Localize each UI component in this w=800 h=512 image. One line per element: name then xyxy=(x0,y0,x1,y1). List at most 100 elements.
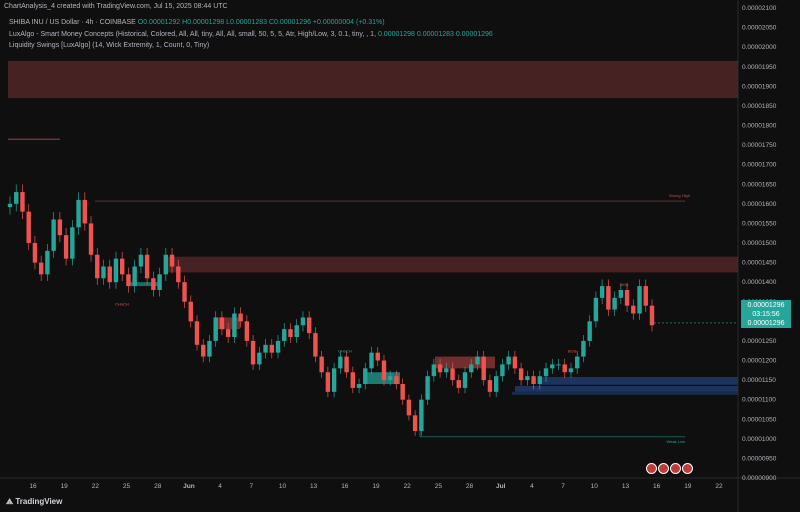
x-tick-label: Jul xyxy=(496,483,506,490)
smc-values: 0.00001298 0.00001283 0.00001296 xyxy=(377,31,493,38)
candle-body xyxy=(275,340,281,353)
choch-label: CHoCH xyxy=(115,302,129,307)
x-tick-label: 4 xyxy=(218,483,222,490)
x-tick-label: Jun xyxy=(183,483,195,490)
candle-body xyxy=(437,364,443,373)
smc-indicator-label: LuxAlgo - Smart Money Concepts (Historic… xyxy=(9,31,377,38)
candle-body xyxy=(213,317,218,341)
y-tick-label: 0.00001000 xyxy=(742,436,777,443)
candle-body xyxy=(531,376,536,384)
candle-body xyxy=(176,266,181,283)
candle-body xyxy=(313,333,318,357)
candle-body xyxy=(219,317,225,330)
event-flags[interactable] xyxy=(646,461,694,479)
y-tick-label: 0.00001500 xyxy=(742,240,777,247)
candle-body xyxy=(481,356,486,381)
y-tick-label: 0.00001400 xyxy=(742,279,777,286)
candle-body xyxy=(419,399,424,431)
candle-body xyxy=(388,376,393,381)
y-tick-label: 0.00002050 xyxy=(742,25,777,32)
x-tick-label: 28 xyxy=(154,483,162,490)
candle-body xyxy=(169,254,175,267)
candle-body xyxy=(201,344,206,357)
chart-canvas[interactable]: 0.00002100 0.00002050 0.00002000 0.00001950… xyxy=(0,0,800,512)
x-tick-label: 22 xyxy=(715,483,723,490)
x-tick-label: 16 xyxy=(29,483,37,490)
smc-legend[interactable]: LuxAlgo - Smart Money Concepts (Historic… xyxy=(9,31,493,38)
x-tick-label: 19 xyxy=(61,483,69,490)
y-tick-label: 0.00001250 xyxy=(742,338,777,345)
candle-body xyxy=(126,274,131,287)
candle-body xyxy=(599,286,605,298)
candle-body xyxy=(500,364,505,377)
us-flag-icon[interactable] xyxy=(682,463,693,474)
y-tick-label: 0.00001150 xyxy=(742,377,776,384)
candle-body xyxy=(14,192,19,204)
us-flag-icon[interactable] xyxy=(646,463,657,474)
candle-body xyxy=(76,199,81,228)
candle-body xyxy=(144,254,150,279)
candle-body xyxy=(493,376,499,392)
y-tick-label: 0.00001100 xyxy=(742,397,776,404)
candle-body xyxy=(581,340,586,357)
candle-body xyxy=(63,235,69,259)
tradingview-logo[interactable]: ⟁ TradingView xyxy=(6,497,62,507)
strong-high-label: Strong High xyxy=(669,193,690,198)
weak-low-label: Weak Low xyxy=(666,439,685,444)
candle-body xyxy=(82,199,87,224)
bar-countdown: 03:15:56 xyxy=(752,311,780,318)
candle-body xyxy=(138,254,144,267)
candle-body xyxy=(207,340,212,357)
candle-body xyxy=(575,356,580,369)
candle-body xyxy=(356,384,362,388)
candle-body xyxy=(57,219,63,236)
y-tick-label: 0.00001800 xyxy=(742,123,777,130)
candle-body xyxy=(107,266,112,283)
demand-zone-3 xyxy=(512,391,738,395)
candle-body xyxy=(157,274,162,290)
candle-body xyxy=(444,368,449,373)
y-tick-label: 0.00001850 xyxy=(742,103,777,110)
candle-body xyxy=(338,356,343,369)
candle-body xyxy=(238,313,243,322)
candle-body xyxy=(288,329,293,337)
x-tick-label: 25 xyxy=(123,483,131,490)
candle-body xyxy=(587,321,592,341)
symbol-title[interactable]: SHIBA INU / US Dollar · 4h · COINBASE xyxy=(9,19,136,26)
choch-label-2: CHoCH xyxy=(338,349,352,354)
y-tick-label: 0.00001950 xyxy=(742,64,777,71)
candle-body xyxy=(550,364,555,369)
last-price-tag: 0.00001296 03:15:56 0.00001296 xyxy=(741,300,791,328)
candle-body xyxy=(543,368,549,377)
candle-body xyxy=(7,203,13,207)
candle-body xyxy=(38,262,44,275)
candle-body xyxy=(512,356,518,369)
x-tick-label: 22 xyxy=(92,483,100,490)
candle-body xyxy=(194,321,200,345)
candle-body xyxy=(20,192,25,212)
candle-body xyxy=(163,254,169,275)
candle-body xyxy=(319,356,324,373)
supply-zone-mid xyxy=(165,256,738,273)
candle-body xyxy=(101,266,106,279)
candle-body xyxy=(95,254,100,279)
candle-body xyxy=(518,368,524,381)
us-flag-icon[interactable] xyxy=(670,463,681,474)
candle-body xyxy=(263,344,268,353)
candle-body xyxy=(462,372,468,388)
candle-body xyxy=(269,344,274,353)
x-tick-label: 10 xyxy=(279,483,287,490)
candle-body xyxy=(631,305,636,314)
candle-body xyxy=(425,376,430,400)
candle-body xyxy=(649,305,655,326)
liq-legend[interactable]: Liquidity Swings [LuxAlgo] (14, Wick Ext… xyxy=(9,42,209,49)
y-tick-label: 0.00001700 xyxy=(742,162,777,169)
us-flag-icon[interactable] xyxy=(658,463,669,474)
candle-body xyxy=(350,372,356,388)
candle-body xyxy=(412,415,418,431)
candle-body xyxy=(637,286,642,314)
candle-body xyxy=(232,313,237,337)
candle-body xyxy=(556,364,561,366)
candle-body xyxy=(306,317,312,334)
y-tick-label: 0.00001050 xyxy=(742,416,777,423)
